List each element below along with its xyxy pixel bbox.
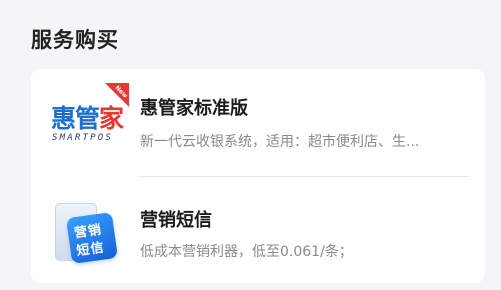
new-badge-icon: New <box>105 83 129 107</box>
service-item-huiguanjia[interactable]: 惠管家 SMARTPOS New 惠管家标准版 新一代云收银系统，适用：超市便利… <box>31 69 485 177</box>
item-description: 新一代云收银系统，适用：超市便利店、生... <box>140 134 420 150</box>
service-card: 惠管家 SMARTPOS New 惠管家标准版 新一代云收银系统，适用：超市便利… <box>31 69 485 283</box>
sms-bubble-icon: 营销 短信 <box>66 212 118 264</box>
item-title: 营销短信 <box>140 210 212 231</box>
huiguanjia-logo-icon: 惠管家 SMARTPOS New <box>51 83 129 143</box>
section-title: 服务购买 <box>31 28 119 52</box>
service-item-sms[interactable]: 营销 短信 营销短信 低成本营销利器，低至0.061/条； <box>31 177 485 283</box>
item-description: 低成本营销利器，低至0.061/条； <box>140 244 353 260</box>
sms-marketing-icon: 营销 短信 <box>53 201 118 267</box>
item-title: 惠管家标准版 <box>140 98 248 119</box>
